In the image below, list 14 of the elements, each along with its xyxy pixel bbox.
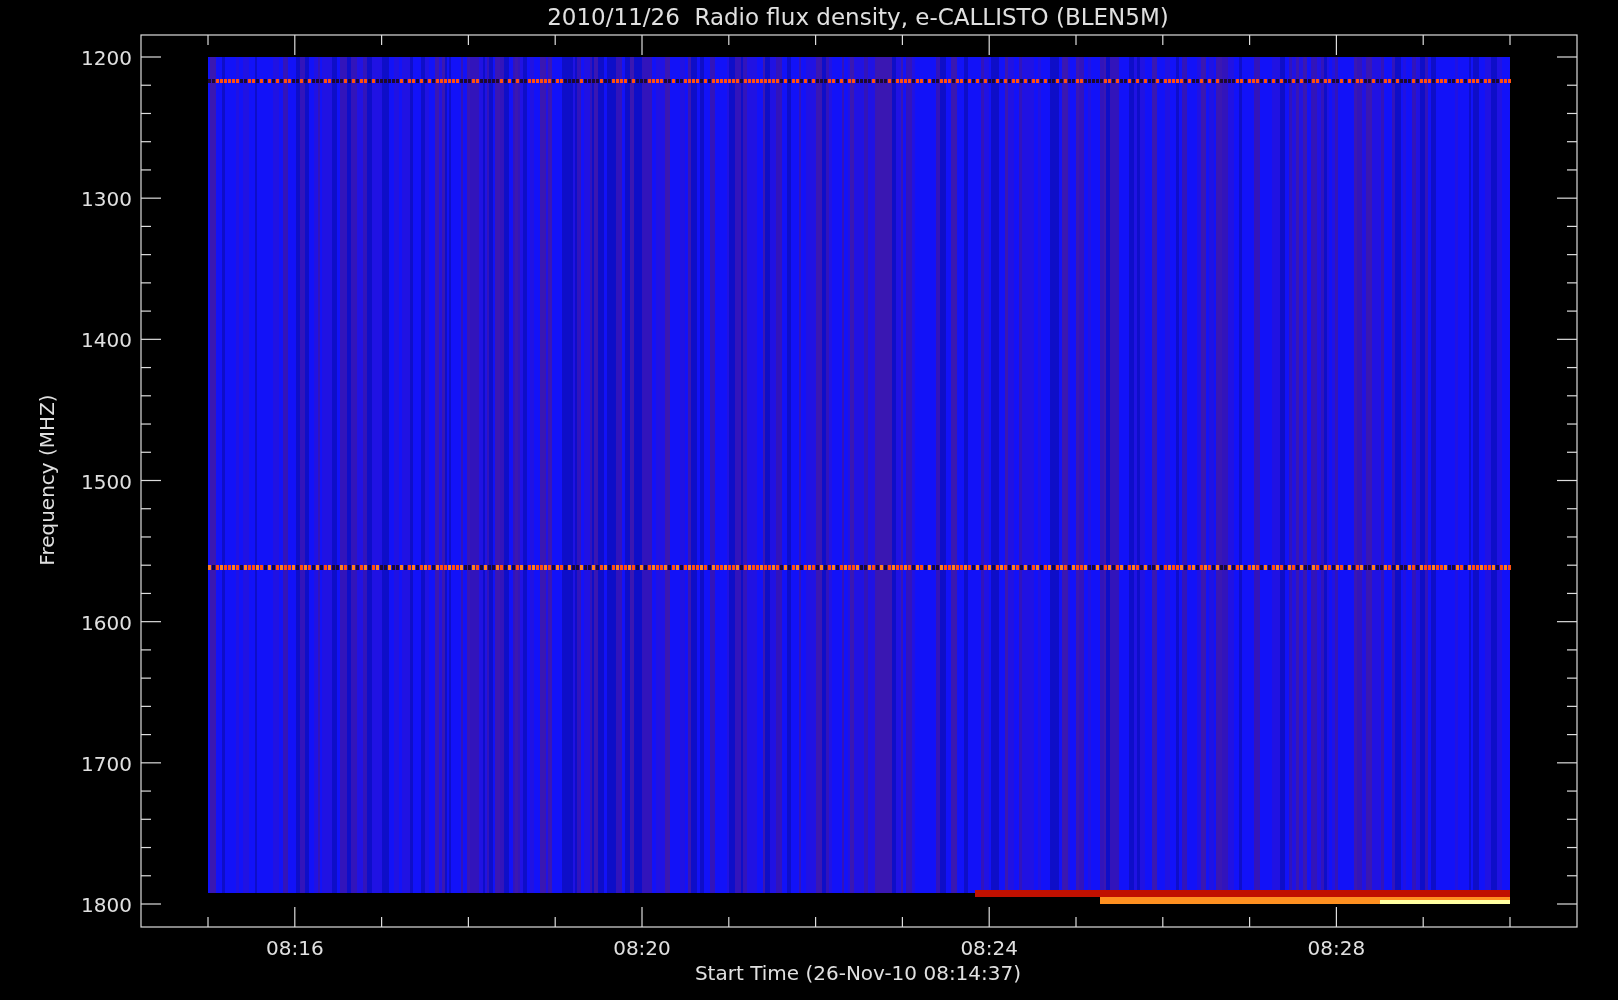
tick-label: 1400 xyxy=(81,328,132,353)
tick-label: 1600 xyxy=(81,610,132,635)
tick-label: 1300 xyxy=(81,187,132,212)
tick-label: 08:20 xyxy=(613,936,671,960)
tick-label: 1500 xyxy=(81,469,132,494)
tick-label: 1200 xyxy=(81,46,132,70)
tick-label: 08:24 xyxy=(960,936,1018,960)
x-axis-label: Start Time (26-Nov-10 08:14:37) xyxy=(694,961,1022,985)
y-axis-label: Frequency (MHZ) xyxy=(35,394,59,566)
tick-label: 08:28 xyxy=(1307,936,1366,960)
tick-label: 1700 xyxy=(81,751,132,776)
tick-label: 1800 xyxy=(81,893,132,917)
plot-title: 2010/11/26 Radio flux density, e-CALLISTO (BLEN5M) xyxy=(547,4,1169,30)
tick-label: 08:16 xyxy=(266,936,324,960)
